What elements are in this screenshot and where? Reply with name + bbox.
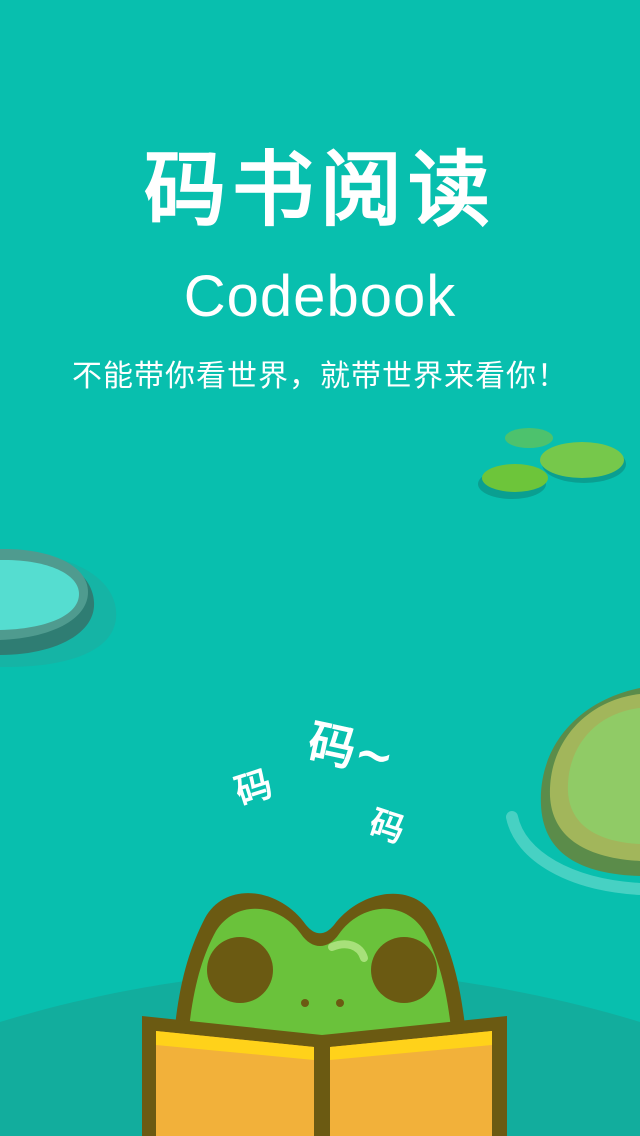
right-lily-pad-icon [506, 688, 640, 895]
app-title: 码书阅读 [143, 143, 496, 238]
splash-screen: 码书阅读 Codebook 不能带你看世界，就带世界来看你！ 码 码~ 码 [0, 0, 640, 1136]
small-lily-pads-icon [478, 428, 626, 499]
slogan-text: 不能带你看世界，就带世界来看你！ [72, 359, 568, 394]
frog-reading-book-icon [142, 893, 507, 1136]
left-lily-pad-icon [0, 548, 117, 668]
app-subtitle: Codebook [183, 264, 457, 329]
